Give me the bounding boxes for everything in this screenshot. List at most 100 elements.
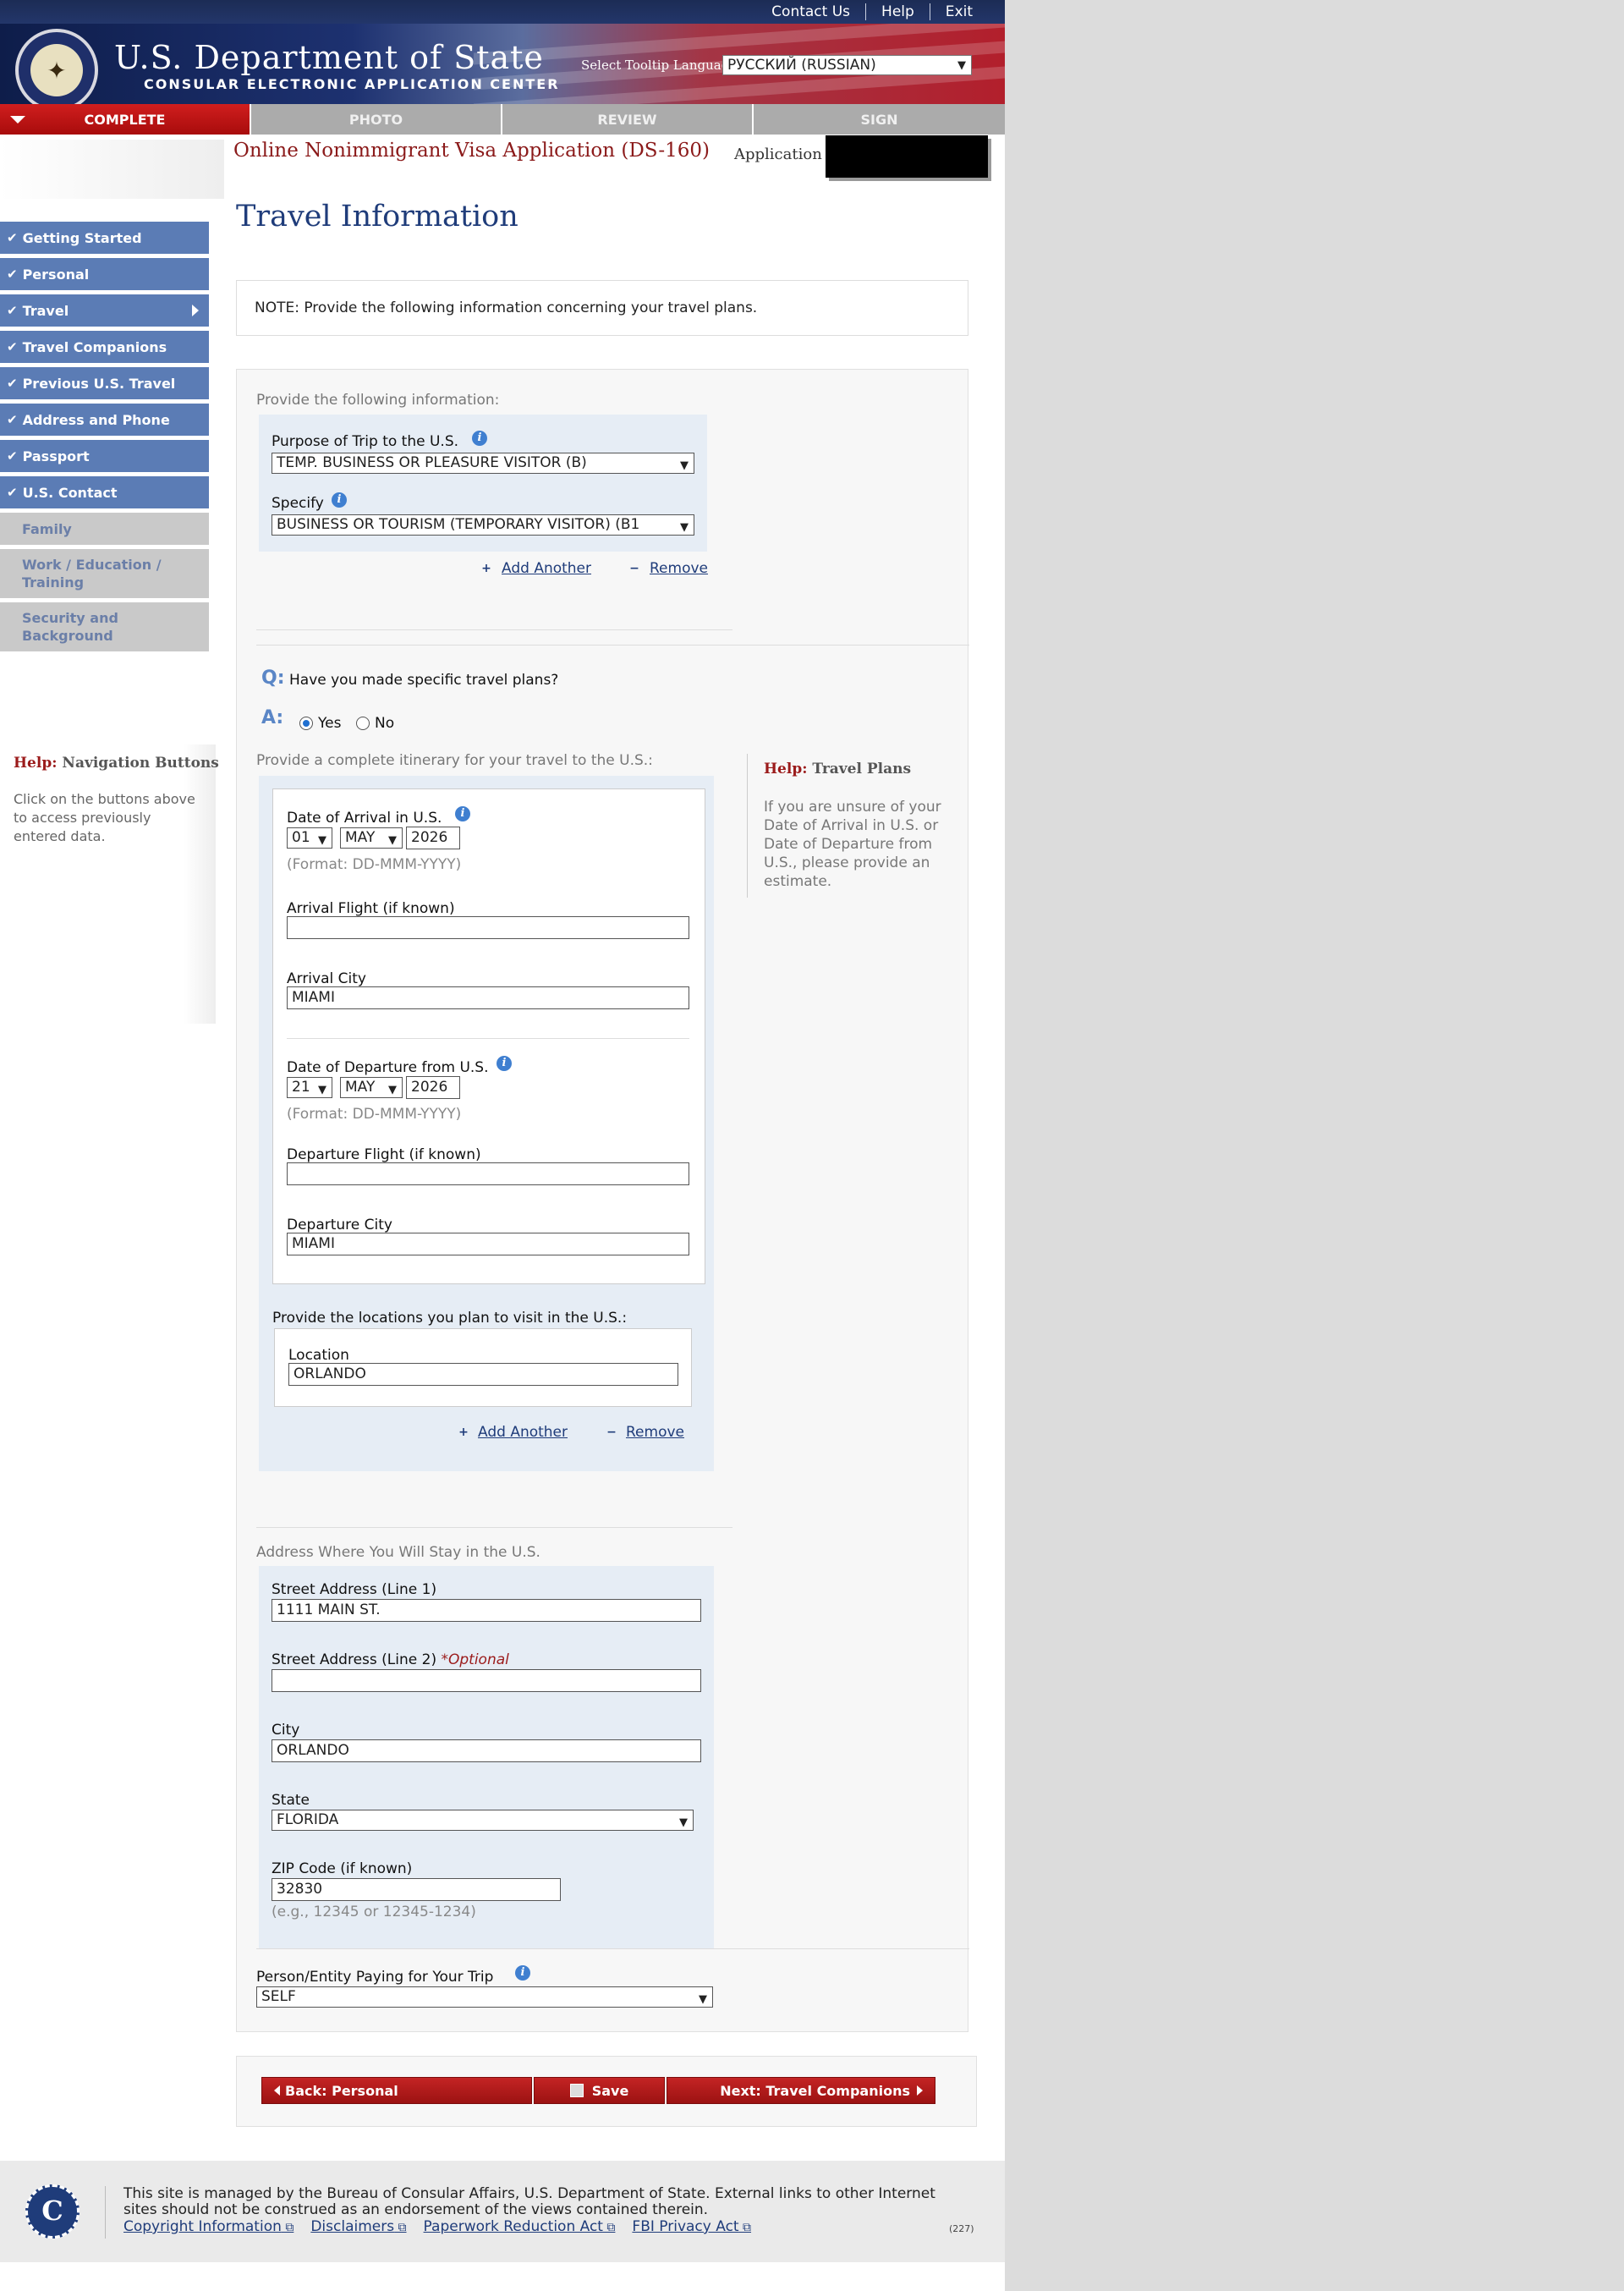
state-label: State — [272, 1792, 310, 1809]
tab-photo[interactable]: PHOTO — [251, 104, 502, 135]
contact-us-link[interactable]: Contact Us — [756, 3, 865, 20]
purpose-add-another-link[interactable]: Add Another — [502, 560, 591, 577]
info-icon[interactable]: i — [497, 1056, 512, 1071]
arrival-flight-input[interactable] — [287, 916, 689, 939]
disclaimers-link[interactable]: Disclaimers — [310, 2218, 406, 2235]
location-add-another-link[interactable]: Add Another — [478, 1424, 568, 1441]
exit-link[interactable]: Exit — [929, 3, 988, 20]
fbi-privacy-link[interactable]: FBI Privacy Act — [632, 2218, 751, 2235]
arrival-flight-label: Arrival Flight (if known) — [287, 900, 455, 917]
check-icon: ✔ — [7, 303, 18, 318]
purpose-value: TEMP. BUSINESS OR PLEASURE VISITOR (B) — [277, 454, 587, 471]
divider — [256, 1527, 732, 1528]
tab-label: SIGN — [860, 111, 898, 128]
sidebar-item-label: Travel — [22, 302, 69, 319]
travel-plans-help: Help: Travel Plans If you are unsure of … — [747, 754, 951, 898]
next-button[interactable]: Next: Travel Companions — [667, 2077, 935, 2104]
divider — [287, 1038, 689, 1039]
question-marker: Q: — [261, 668, 285, 689]
minus-icon: − — [606, 1426, 617, 1439]
specify-select[interactable]: BUSINESS OR TOURISM (TEMPORARY VISITOR) … — [272, 514, 694, 536]
triangle-down-icon — [10, 116, 25, 124]
copyright-link[interactable]: Copyright Information — [123, 2218, 294, 2235]
location-box: Location ORLANDO — [274, 1328, 692, 1407]
arrival-city-input[interactable]: MIAMI — [287, 986, 689, 1009]
tab-label: COMPLETE — [84, 111, 166, 128]
chevron-down-icon: ▼ — [680, 521, 689, 534]
departure-flight-input[interactable] — [287, 1162, 689, 1185]
departure-day-select[interactable]: 21 ▼ — [287, 1077, 332, 1098]
arrival-year-input[interactable]: 2026 — [406, 827, 460, 849]
state-select[interactable]: FLORIDA ▼ — [272, 1810, 694, 1831]
back-button[interactable]: Back: Personal — [261, 2077, 532, 2104]
page: Contact Us Help Exit ✦ U.S. Department o… — [0, 0, 1005, 2291]
street2-label: Street Address (Line 2) *Optional — [272, 1651, 509, 1668]
departure-month-select[interactable]: MAY ▼ — [340, 1077, 403, 1098]
arrival-day-select[interactable]: 01 ▼ — [287, 827, 332, 849]
state-department-seal-icon: ✦ — [15, 29, 98, 104]
zip-input[interactable]: 32830 — [272, 1878, 561, 1901]
footer-divider — [105, 2186, 106, 2239]
payer-select[interactable]: SELF ▼ — [256, 1986, 713, 2008]
info-icon[interactable]: i — [455, 806, 470, 821]
sidebar-item-label: Getting Started — [22, 229, 142, 246]
sidebar-item-label: Work / Education / Training — [22, 557, 162, 591]
plus-icon: + — [458, 1426, 469, 1439]
save-button[interactable]: Save — [534, 2077, 665, 2104]
arrival-month-select[interactable]: MAY ▼ — [340, 827, 403, 849]
sidebar-item-passport[interactable]: ✔ Passport — [0, 440, 209, 472]
location-remove-link[interactable]: Remove — [626, 1424, 684, 1441]
sidebar-item-travel-companions[interactable]: ✔ Travel Companions — [0, 331, 209, 363]
navigation-help: Help: Navigation Buttons Click on the bu… — [0, 744, 219, 1024]
footer-links: Copyright Information Disclaimers Paperw… — [123, 2218, 768, 2235]
chevron-down-icon: ▼ — [680, 459, 689, 472]
city-label: City — [272, 1722, 300, 1739]
yes-radio[interactable] — [299, 717, 313, 730]
purpose-select[interactable]: TEMP. BUSINESS OR PLEASURE VISITOR (B) ▼ — [272, 453, 694, 474]
next-button-label: Next: Travel Companions — [720, 2082, 910, 2099]
sidebar-item-previous-us-travel[interactable]: ✔ Previous U.S. Travel — [0, 367, 209, 399]
payer-value: SELF — [261, 1988, 296, 2005]
purpose-remove-link[interactable]: Remove — [650, 560, 708, 577]
back-button-label: Back: Personal — [285, 2082, 398, 2099]
check-icon: ✔ — [7, 412, 18, 427]
no-radio[interactable] — [356, 717, 370, 730]
street2-input[interactable] — [272, 1669, 701, 1692]
sidebar-item-travel[interactable]: ✔ Travel — [0, 294, 209, 327]
minus-icon: − — [629, 562, 639, 575]
sidebar-item-us-contact[interactable]: ✔ U.S. Contact — [0, 476, 209, 508]
help-link[interactable]: Help — [865, 3, 930, 20]
info-icon[interactable]: i — [332, 492, 347, 508]
sidebar-item-getting-started[interactable]: ✔ Getting Started — [0, 222, 209, 254]
no-label: No — [375, 715, 395, 732]
divider — [256, 645, 969, 646]
city-input[interactable]: ORLANDO — [272, 1739, 701, 1762]
purpose-heading: Provide the following information: — [256, 392, 500, 409]
travel-plans-question: Have you made specific travel plans? — [289, 672, 559, 689]
location-label: Location — [288, 1347, 349, 1364]
itinerary-heading: Provide a complete itinerary for your tr… — [256, 752, 653, 769]
street1-label: Street Address (Line 1) — [272, 1581, 437, 1598]
info-icon[interactable]: i — [515, 1965, 530, 1981]
location-input[interactable]: ORLANDO — [288, 1363, 678, 1386]
sidebar-item-address-and-phone[interactable]: ✔ Address and Phone — [0, 404, 209, 436]
ceac-title: CONSULAR ELECTRONIC APPLICATION CENTER — [144, 76, 560, 92]
sidebar-item-personal[interactable]: ✔ Personal — [0, 258, 209, 290]
tab-complete[interactable]: COMPLETE — [0, 104, 251, 135]
specify-value: BUSINESS OR TOURISM (TEMPORARY VISITOR) … — [277, 516, 640, 533]
departure-year-input[interactable]: 2026 — [406, 1076, 460, 1099]
tab-review[interactable]: REVIEW — [502, 104, 754, 135]
tab-sign[interactable]: SIGN — [754, 104, 1005, 135]
departure-city-input[interactable]: MIAMI — [287, 1233, 689, 1255]
footer-text: This site is managed by the Bureau of Co… — [123, 2185, 935, 2218]
paperwork-reduction-link[interactable]: Paperwork Reduction Act — [424, 2218, 616, 2235]
language-select[interactable]: РУССКИЙ (RUSSIAN) ▼ — [722, 55, 972, 75]
arrival-date-label: Date of Arrival in U.S. — [287, 810, 442, 827]
save-disk-icon — [569, 2084, 584, 2097]
form-title: Online Nonimmigrant Visa Application (DS… — [233, 140, 710, 162]
info-icon[interactable]: i — [472, 431, 487, 446]
purpose-panel: Purpose of Trip to the U.S. i TEMP. BUSI… — [259, 415, 707, 552]
arrow-left-icon — [274, 2085, 280, 2096]
street1-input[interactable]: 1111 MAIN ST. — [272, 1599, 701, 1622]
check-icon: ✔ — [7, 266, 18, 282]
